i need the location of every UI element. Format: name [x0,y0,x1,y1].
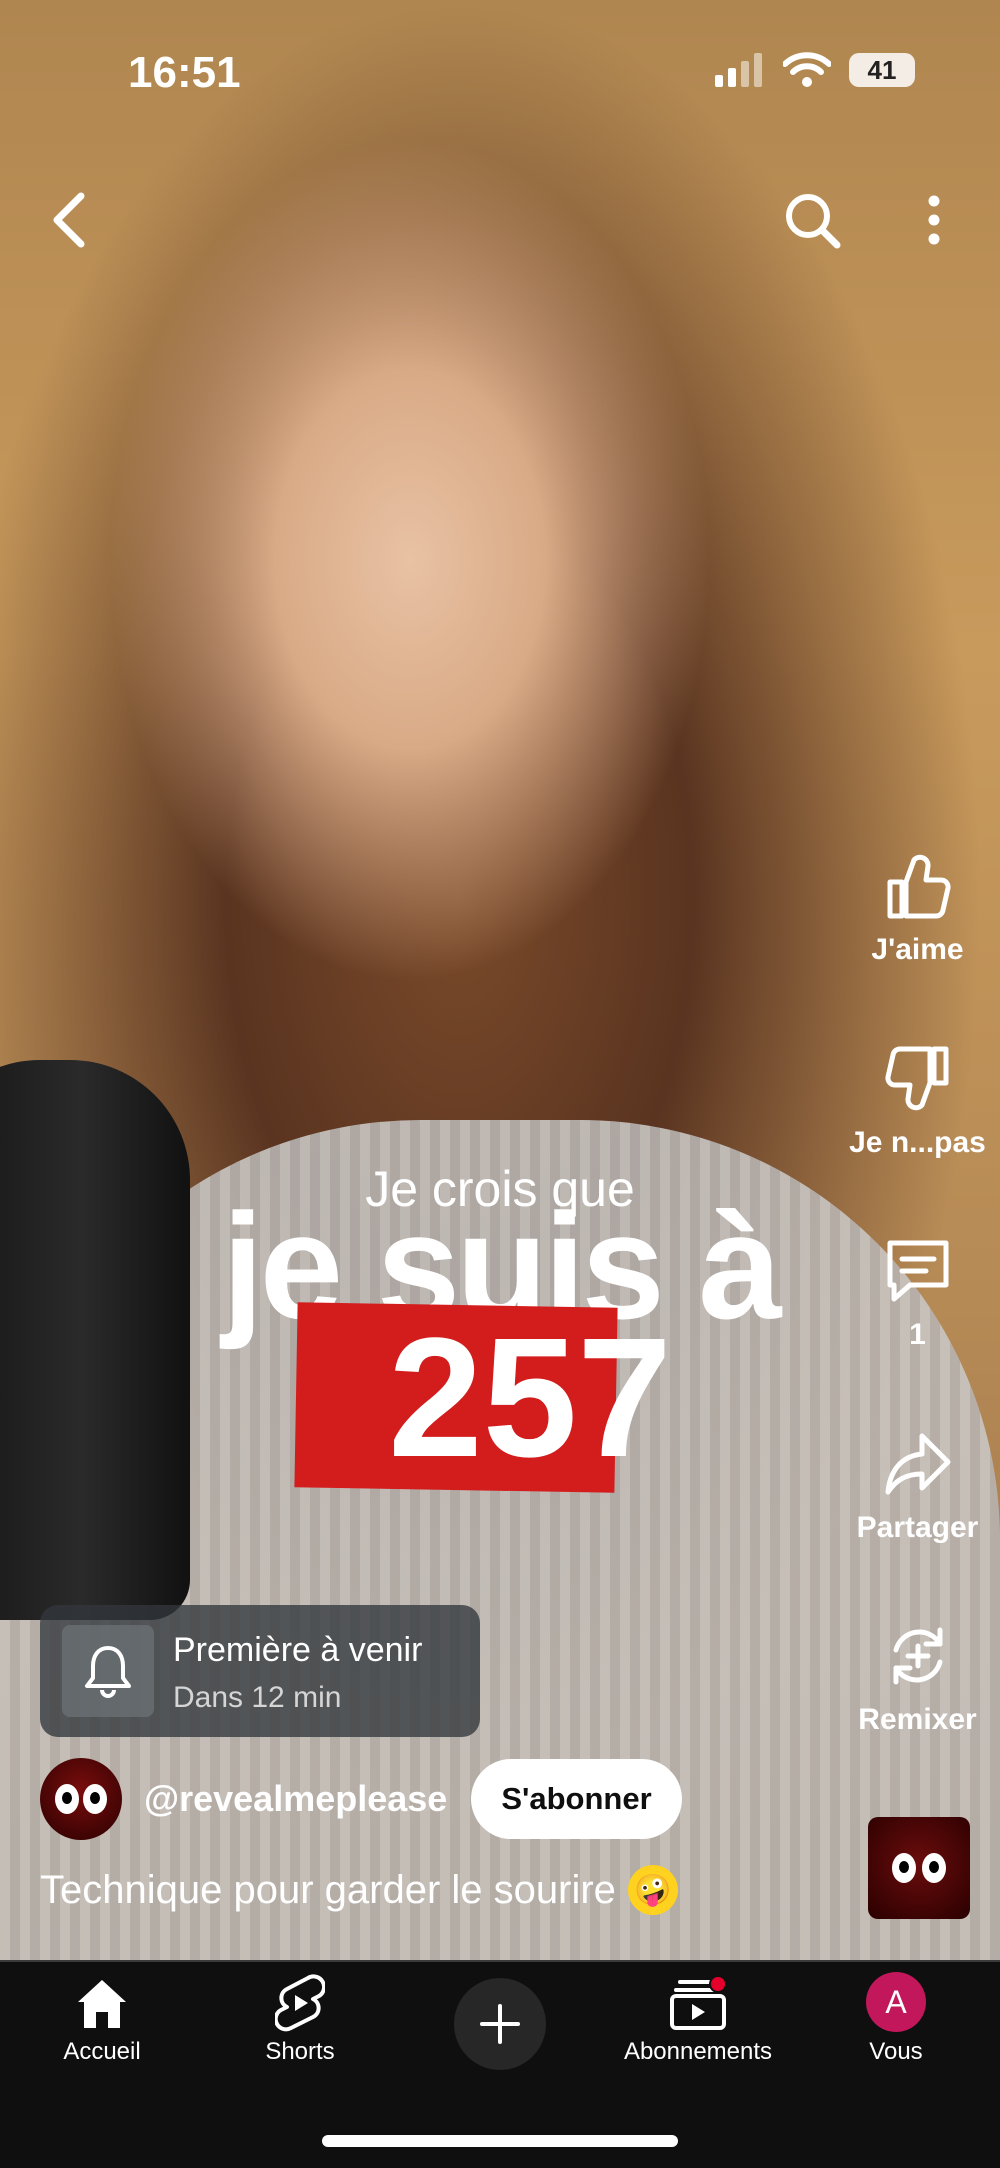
nav-home-label: Accueil [63,2038,141,2065]
search-icon [786,194,841,249]
eye-icon [922,1853,946,1883]
share-button[interactable]: Partager [835,1428,1000,1545]
sound-thumbnail[interactable] [868,1817,970,1919]
dislike-label: Je n...pas [849,1126,986,1159]
more-vertical-icon [928,195,940,245]
share-icon [885,1433,950,1495]
zany-face-emoji: 🤪 [627,1865,678,1915]
user-avatar: A [866,1972,926,2032]
remix-label: Remixer [858,1703,977,1736]
nav-shorts-label: Shorts [265,2038,335,2065]
back-button[interactable] [30,180,110,260]
shorts-icon [275,1974,325,2032]
back-arrow-icon [53,192,85,248]
eye-icon [55,1784,79,1814]
like-label: J'aime [871,933,964,966]
comments-button[interactable]: 1 [835,1235,1000,1352]
wifi-icon [783,52,831,87]
premiere-title: Première à venir [173,1631,423,1669]
comment-icon [887,1240,948,1302]
nav-subscriptions-label: Abonnements [623,2038,773,2065]
channel-row: @revealmeplease S'abonner [40,1758,682,1840]
status-time: 16:51 [128,48,241,97]
home-icon [78,1980,126,2028]
nav-you[interactable]: A Vous [796,1962,996,2112]
shorts-player[interactable]: 16:51 41 Je crois que je suis à 257 J'ai… [0,0,1000,2168]
reminder-bell [62,1625,154,1717]
eye-icon [892,1853,916,1883]
nav-subscriptions[interactable]: Abonnements [598,1962,798,2112]
remix-icon [893,1627,942,1685]
nav-home[interactable]: Accueil [2,1962,202,2112]
video-caption[interactable]: Technique pour garder le sourire 🤪 [40,1865,678,1915]
thumbs-down-icon [884,1046,948,1111]
home-indicator [322,2135,678,2147]
subscriptions-icon [670,1976,727,2030]
more-options-button[interactable] [894,180,974,260]
like-button[interactable]: J'aime [835,850,1000,967]
battery-indicator: 41 [849,53,915,87]
nav-shorts[interactable]: Shorts [200,1962,400,2112]
nav-you-label: Vous [869,2038,923,2065]
status-icons: 41 [713,52,915,88]
comments-count: 1 [909,1318,926,1351]
premiere-reminder-card[interactable]: Première à venir Dans 12 min [40,1605,480,1737]
top-bar [0,180,1000,260]
channel-avatar[interactable] [40,1758,122,1840]
channel-handle[interactable]: @revealmeplease [144,1778,447,1820]
search-button[interactable] [772,180,852,260]
thumbs-up-icon [887,854,951,919]
plus-icon [480,2004,520,2044]
bell-icon [85,1646,131,1698]
subscribe-button[interactable]: S'abonner [471,1759,682,1839]
dislike-button[interactable]: Je n...pas [835,1043,1000,1160]
remix-button[interactable]: Remixer [835,1620,1000,1737]
premiere-countdown: Dans 12 min [173,1681,342,1714]
signal-icon [715,53,762,87]
create-button[interactable] [454,1978,546,2070]
caption-text: Technique pour garder le sourire [40,1867,616,1912]
status-bar: 16:51 41 [0,0,1000,140]
share-label: Partager [856,1511,979,1544]
eye-icon [83,1784,107,1814]
